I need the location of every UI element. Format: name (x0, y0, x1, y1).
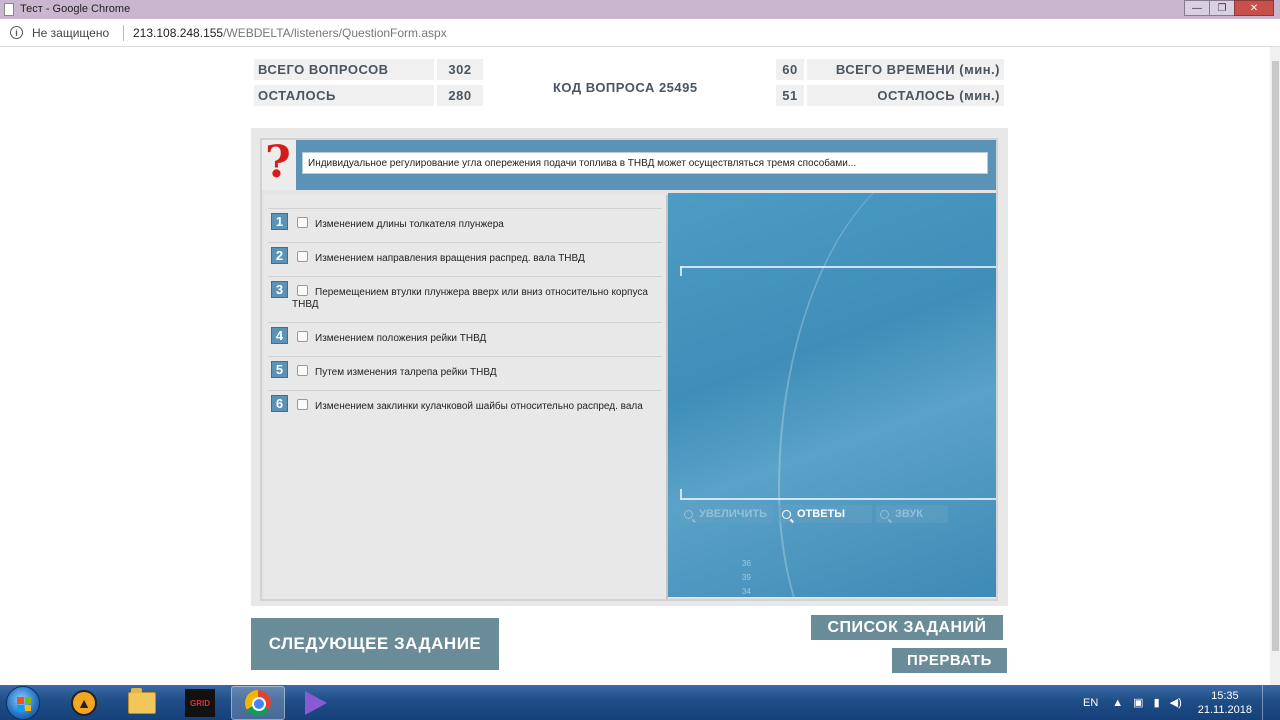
magnifier-icon (880, 509, 889, 519)
taskbar-aimp[interactable]: ▲ (57, 686, 111, 720)
sound-button[interactable]: ЗВУК (876, 505, 948, 523)
signal-icon[interactable]: ▮ (1154, 696, 1160, 709)
maximize-button[interactable]: ❐ (1209, 0, 1235, 16)
image-rule-tick-bottom (680, 489, 682, 499)
magnifier-icon (782, 509, 791, 519)
image-rule-tick-top (680, 266, 682, 276)
answers-button[interactable]: ОТВЕТЫ (778, 505, 872, 523)
answer-option-5[interactable]: 5 Путем изменения талрепа рейки ТНВД (268, 356, 662, 390)
folder-icon (128, 688, 156, 714)
answer-number: 2 (271, 247, 288, 264)
answer-text[interactable]: Изменением направления вращения распред.… (292, 253, 652, 265)
image-page-numbers: 36 39 34 (742, 557, 751, 599)
image-page-number: 39 (742, 573, 751, 582)
page-icon (4, 3, 14, 16)
url-text[interactable]: 213.108.248.155/WEBDELTA/listeners/Quest… (133, 26, 447, 40)
window-title: Тест - Google Chrome (20, 3, 131, 15)
aimp-icon: ▲ (71, 690, 97, 716)
next-task-button[interactable]: СЛЕДУЮЩЕЕ ЗАДАНИЕ (251, 618, 499, 670)
remaining-value: 280 (437, 85, 483, 106)
url-host: 213.108.248.155 (133, 26, 224, 40)
arrow-up-icon[interactable]: ▲ (1112, 697, 1123, 709)
answer-text[interactable]: Изменением положения рейки ТНВД (292, 333, 652, 345)
answer-option-3[interactable]: 3 Перемещением втулки плунжера вверх или… (268, 276, 662, 322)
magnifier-icon (684, 509, 693, 519)
answer-number: 6 (271, 395, 288, 412)
zoom-label: УВЕЛИЧИТЬ (699, 508, 768, 520)
answer-number: 4 (271, 327, 288, 344)
image-page-number: 34 (742, 587, 751, 596)
clock-time: 15:35 (1211, 689, 1239, 702)
speaker-icon[interactable]: ◀) (1170, 696, 1182, 709)
windows-logo-icon (17, 697, 31, 711)
answers-label: ОТВЕТЫ (797, 508, 846, 520)
minimize-button[interactable]: — (1184, 0, 1210, 16)
remaining-label: ОСТАЛОСЬ (254, 85, 434, 106)
visual-studio-icon (305, 691, 327, 715)
abort-button[interactable]: ПРЕРВАТЬ (892, 648, 1007, 673)
taskbar-chrome[interactable] (231, 686, 285, 720)
answer-option-4[interactable]: 4 Изменением положения рейки ТНВД (268, 322, 662, 356)
answer-option-2[interactable]: 2 Изменением направления вращения распре… (268, 242, 662, 276)
taskbar: ▲ GRID EN ▲ ▣ ▮ ◀) 15:35 21.11.2018 (0, 685, 1280, 720)
task-list-button[interactable]: СПИСОК ЗАДАНИЙ (811, 615, 1003, 640)
question-text: Индивидуальное регулирование угла опереж… (302, 152, 988, 174)
address-bar[interactable]: i Не защищено 213.108.248.155/WEBDELTA/l… (0, 19, 1280, 47)
answer-text[interactable]: Изменением длины толкателя плунжера (292, 219, 652, 231)
close-button[interactable]: ✕ (1234, 0, 1274, 16)
grid-game-icon: GRID (185, 689, 215, 717)
total-time-label: ВСЕГО ВРЕМЕНИ (мин.) (807, 59, 1004, 80)
taskbar-visual-studio[interactable] (289, 686, 343, 720)
question-code: КОД ВОПРОСА 25495 (553, 80, 698, 95)
answer-number: 3 (271, 281, 288, 298)
security-status[interactable]: Не защищено (32, 26, 109, 40)
show-desktop-button[interactable] (1262, 685, 1272, 720)
info-icon[interactable]: i (10, 26, 23, 39)
answer-number: 5 (271, 361, 288, 378)
image-rule-top (680, 266, 996, 268)
question-mark-icon: ? (262, 137, 296, 190)
image-rule-bottom (680, 498, 996, 500)
address-separator (123, 25, 124, 41)
total-questions-value: 302 (437, 59, 483, 80)
language-indicator[interactable]: EN (1083, 697, 1098, 709)
network-plug-icon[interactable]: ▣ (1133, 696, 1143, 709)
question-mark-glyph: ? (265, 137, 291, 188)
url-path: /WEBDELTA/listeners/QuestionForm.aspx (223, 26, 447, 40)
window-controls: — ❐ ✕ (1184, 0, 1274, 16)
clock-date: 21.11.2018 (1197, 703, 1252, 716)
answer-option-1[interactable]: 1 Изменением длины толкателя плунжера (268, 208, 662, 242)
answer-number: 1 (271, 213, 288, 230)
answer-text[interactable]: Путем изменения талрепа рейки ТНВД (292, 367, 652, 379)
remaining-time-value: 51 (776, 85, 804, 106)
answer-text[interactable]: Изменением заклинки кулачковой шайбы отн… (292, 401, 652, 413)
answer-text[interactable]: Перемещением втулки плунжера вверх или в… (292, 287, 652, 311)
taskbar-explorer[interactable] (115, 686, 169, 720)
question-image-panel (668, 193, 996, 597)
image-curve (778, 193, 996, 597)
sound-label: ЗВУК (895, 508, 923, 520)
total-time-value: 60 (776, 59, 804, 80)
remaining-time-label: ОСТАЛОСЬ (мин.) (807, 85, 1004, 106)
total-questions-label: ВСЕГО ВОПРОСОВ (254, 59, 434, 80)
taskbar-grid[interactable]: GRID (173, 686, 227, 720)
page-scrollbar[interactable] (1270, 47, 1280, 685)
window-title-bar: Тест - Google Chrome — ❐ ✕ (0, 0, 1280, 19)
answer-option-6[interactable]: 6 Изменением заклинки кулачковой шайбы о… (268, 390, 662, 424)
clock[interactable]: 15:35 21.11.2018 (1198, 689, 1252, 717)
start-button[interactable] (6, 686, 40, 720)
chrome-icon (245, 690, 271, 716)
system-tray: EN ▲ ▣ ▮ ◀) 15:35 21.11.2018 (1083, 685, 1272, 720)
image-page-number: 36 (742, 559, 751, 568)
zoom-button[interactable]: УВЕЛИЧИТЬ (680, 505, 774, 523)
image-toolbar: УВЕЛИЧИТЬ ОТВЕТЫ ЗВУК (680, 505, 952, 523)
scrollbar-thumb[interactable] (1272, 61, 1279, 651)
